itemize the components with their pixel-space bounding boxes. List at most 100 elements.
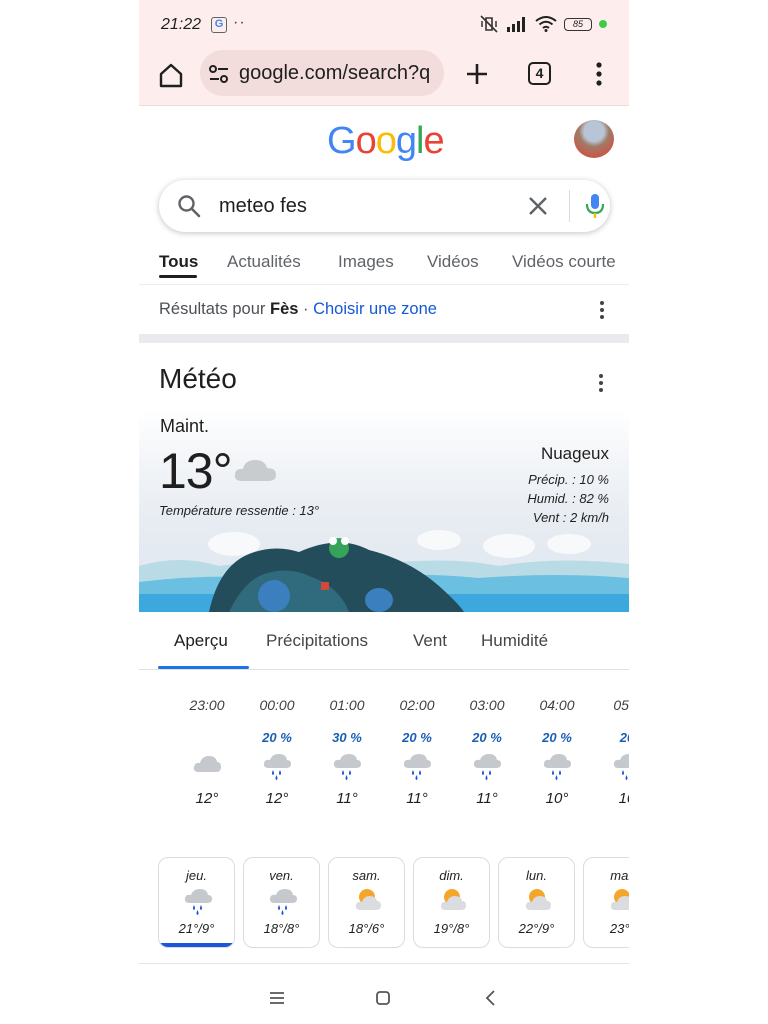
hourly-item: 00:00 20 % 12° <box>242 690 312 807</box>
hour-label: 23:00 <box>189 697 225 713</box>
cloud-icon <box>172 752 242 790</box>
hourly-item: 01:00 30 % 11° <box>312 690 382 807</box>
day-name: jeu. <box>186 868 207 883</box>
tab-actualites[interactable]: Actualités <box>227 252 301 272</box>
choose-zone-link[interactable]: Choisir une zone <box>313 300 437 318</box>
rain-icon <box>159 883 234 921</box>
hourly-forecast[interactable]: 002°23:0012°00:0020 %12°01:0030 %11°02:0… <box>139 690 629 830</box>
day-temperature-range: 21°/9° <box>178 921 215 936</box>
selected-day-indicator <box>159 943 234 947</box>
cloud-icon <box>139 752 159 790</box>
back-icon[interactable] <box>480 987 502 1009</box>
hour-temperature: 12° <box>265 790 289 807</box>
tab-images[interactable]: Images <box>338 252 394 272</box>
muted-vibrate-icon <box>480 15 498 33</box>
day-card[interactable]: sam. 18°/6° <box>328 857 405 948</box>
day-card[interactable]: ven. 18°/8° <box>243 857 320 948</box>
tab-tous[interactable]: Tous <box>159 252 198 272</box>
cloud-icon <box>234 460 276 481</box>
url-text[interactable]: google.com/search?q <box>239 62 439 85</box>
day-card[interactable]: lun. 22°/9° <box>498 857 575 948</box>
avatar[interactable] <box>574 120 614 158</box>
rain-icon <box>242 752 312 790</box>
hourly-item: 03:00 20 % 11° <box>452 690 522 807</box>
day-name: mar <box>610 868 629 883</box>
rain-icon <box>382 752 452 790</box>
hourly-item: 04:00 20 % 10° <box>522 690 592 807</box>
rain-icon <box>244 883 319 921</box>
results-city: Fès <box>269 300 299 318</box>
day-name: ven. <box>269 868 294 883</box>
phone-screen: 21:22 G ·· 85 google.com/search?q 4 Goog… <box>139 0 629 1024</box>
day-name: lun. <box>526 868 547 883</box>
wind-stat: Vent : 2 km/h <box>532 510 609 525</box>
now-label: Maint. <box>160 416 210 436</box>
day-temperature-range: 19°/8° <box>433 921 470 936</box>
privacy-indicator-dot <box>599 20 607 28</box>
day-name: dim. <box>439 868 464 883</box>
precip-chance: 30 % <box>332 730 362 745</box>
day-temperature-range: 18°/8° <box>263 921 300 936</box>
weather-tab-indicator <box>158 666 249 669</box>
day-card[interactable]: dim. 19°/8° <box>413 857 490 948</box>
partly-sunny-icon <box>414 883 489 921</box>
tab-humidite[interactable]: Humidité <box>481 631 548 651</box>
logo-letter: e <box>423 120 444 162</box>
day-temperature-range: 22°/9° <box>518 921 555 936</box>
browser-menu-icon[interactable] <box>589 60 609 88</box>
precip-chance: 20 <box>619 730 629 745</box>
results-options-icon[interactable] <box>594 300 610 320</box>
section-separator <box>139 334 629 343</box>
active-tab-indicator <box>159 275 197 278</box>
tab-videos[interactable]: Vidéos <box>427 252 479 272</box>
tab-videos-courtes[interactable]: Vidéos courte <box>512 252 616 272</box>
tab-vent[interactable]: Vent <box>413 631 447 651</box>
precip-chance <box>139 730 159 752</box>
day-card[interactable]: mar 23°/ <box>583 857 629 948</box>
logo-letter: G <box>327 120 357 162</box>
microphone-icon[interactable] <box>585 192 605 220</box>
precip-chance <box>172 730 242 752</box>
hour-label: 00 <box>139 690 159 730</box>
tab-switcher-button[interactable]: 4 <box>528 62 551 85</box>
hourly-item: 00 2° <box>139 690 159 807</box>
precip-chance: 20 % <box>402 730 432 745</box>
recent-apps-icon[interactable] <box>266 987 288 1009</box>
results-location: Résultats pour Fès · Choisir une zone <box>159 300 437 319</box>
weather-options-icon[interactable] <box>593 373 609 393</box>
weather-title: Météo <box>159 363 237 394</box>
condition-label: Nuageux <box>540 444 609 463</box>
precip-chance: 20 % <box>472 730 502 745</box>
tab-precipitations[interactable]: Précipitations <box>266 631 368 651</box>
new-tab-icon[interactable] <box>463 60 491 88</box>
search-input[interactable]: meteo fes <box>219 195 307 218</box>
current-temperature: 13° <box>159 443 233 499</box>
hour-label: 00:00 <box>259 697 295 713</box>
day-temperature-range: 18°/6° <box>348 921 385 936</box>
hour-temperature: 2° <box>139 790 159 807</box>
home-nav-icon[interactable] <box>372 987 394 1009</box>
partly-sunny-icon <box>499 883 574 921</box>
hour-temperature: 12° <box>195 790 219 807</box>
rain-icon <box>522 752 592 790</box>
browser-toolbar: google.com/search?q 4 <box>139 50 629 106</box>
daily-forecast[interactable]: jeu. 21°/9° ven. 18°/8° sam. 18°/6° dim. 19°/8°… <box>139 857 629 952</box>
wifi-icon <box>535 16 557 32</box>
hour-label: 04:00 <box>539 697 575 713</box>
home-icon[interactable] <box>156 60 186 90</box>
hour-label: 02:00 <box>399 697 435 713</box>
search-box[interactable]: meteo fes <box>159 180 610 232</box>
hour-label: 01:00 <box>329 697 365 713</box>
google-logo[interactable]: Google <box>327 120 445 163</box>
precipitation-stat: Précip. : 10 % <box>528 472 609 487</box>
weather-illustration <box>139 530 629 612</box>
site-settings-icon[interactable] <box>208 64 230 84</box>
clear-icon[interactable] <box>525 193 551 219</box>
day-card[interactable]: jeu. 21°/9° <box>158 857 235 948</box>
precip-chance: 20 % <box>542 730 572 745</box>
address-bar[interactable]: google.com/search?q <box>200 50 444 96</box>
weather-tabs: Aperçu Précipitations Vent Humidité <box>139 620 629 670</box>
results-prefix: Résultats pour <box>159 300 270 318</box>
tab-apercu[interactable]: Aperçu <box>174 631 228 651</box>
logo-letter: o <box>375 120 397 162</box>
